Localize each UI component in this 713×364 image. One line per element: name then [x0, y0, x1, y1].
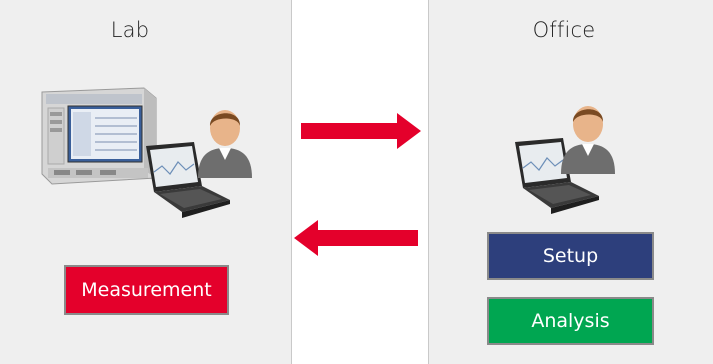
office-title: Office: [532, 18, 596, 42]
analysis-button[interactable]: Analysis: [487, 297, 654, 345]
user-icon: [561, 106, 615, 174]
arrow-right-icon: [301, 113, 421, 149]
office-panel: Office Setup Analysis: [428, 0, 713, 364]
arrow-left-icon: [294, 220, 418, 256]
user-icon: [198, 110, 252, 178]
setup-button[interactable]: Setup: [487, 232, 654, 280]
measurement-button[interactable]: Measurement: [64, 265, 229, 315]
lab-panel: Lab Measurement: [0, 0, 292, 364]
lab-title: Lab: [110, 18, 150, 42]
